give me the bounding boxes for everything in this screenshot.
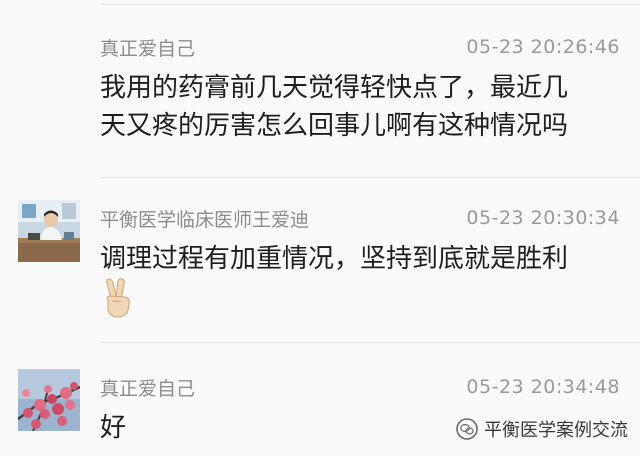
comment-text: 我用的药膏前几天觉得轻快点了，最近几 天又疼的厉害怎么回事儿啊有这种情况吗 <box>100 69 630 145</box>
wechat-icon <box>456 418 478 440</box>
comment-item: 真正爱自己 05-23 20:26:46 我用的药膏前几天觉得轻快点了，最近几 … <box>0 0 640 180</box>
comment-item: 平衡医学临床医师王爱迪 05-23 20:30:34 调理过程有加重情况，坚持到… <box>0 178 640 343</box>
doctor-avatar[interactable] <box>18 200 80 262</box>
comment-text-line: 调理过程有加重情况，坚持到底就是胜利 <box>100 244 569 274</box>
watermark-text: 平衡医学案例交流 <box>484 420 628 441</box>
comment-time: 05-23 20:34:48 <box>466 376 620 398</box>
comment-author[interactable]: 平衡医学临床医师王爱迪 <box>100 205 309 232</box>
blossom-avatar-image <box>18 369 80 431</box>
comment-author[interactable]: 真正爱自己 <box>100 34 195 61</box>
comment-author[interactable]: 真正爱自己 <box>100 374 195 401</box>
doctor-avatar-image <box>18 200 80 262</box>
comment-text: 调理过程有加重情况，坚持到底就是胜利 <box>100 240 630 278</box>
comment-time: 05-23 20:30:34 <box>466 207 620 229</box>
wechat-watermark: 平衡医学案例交流 <box>456 416 628 442</box>
victory-hand-icon <box>100 278 134 318</box>
comment-time: 05-23 20:26:46 <box>466 36 620 58</box>
comment-text-line: 我用的药膏前几天觉得轻快点了，最近几 <box>100 73 569 103</box>
user-avatar[interactable] <box>18 369 80 431</box>
comment-text-line: 天又疼的厉害怎么回事儿啊有这种情况吗 <box>100 111 569 141</box>
